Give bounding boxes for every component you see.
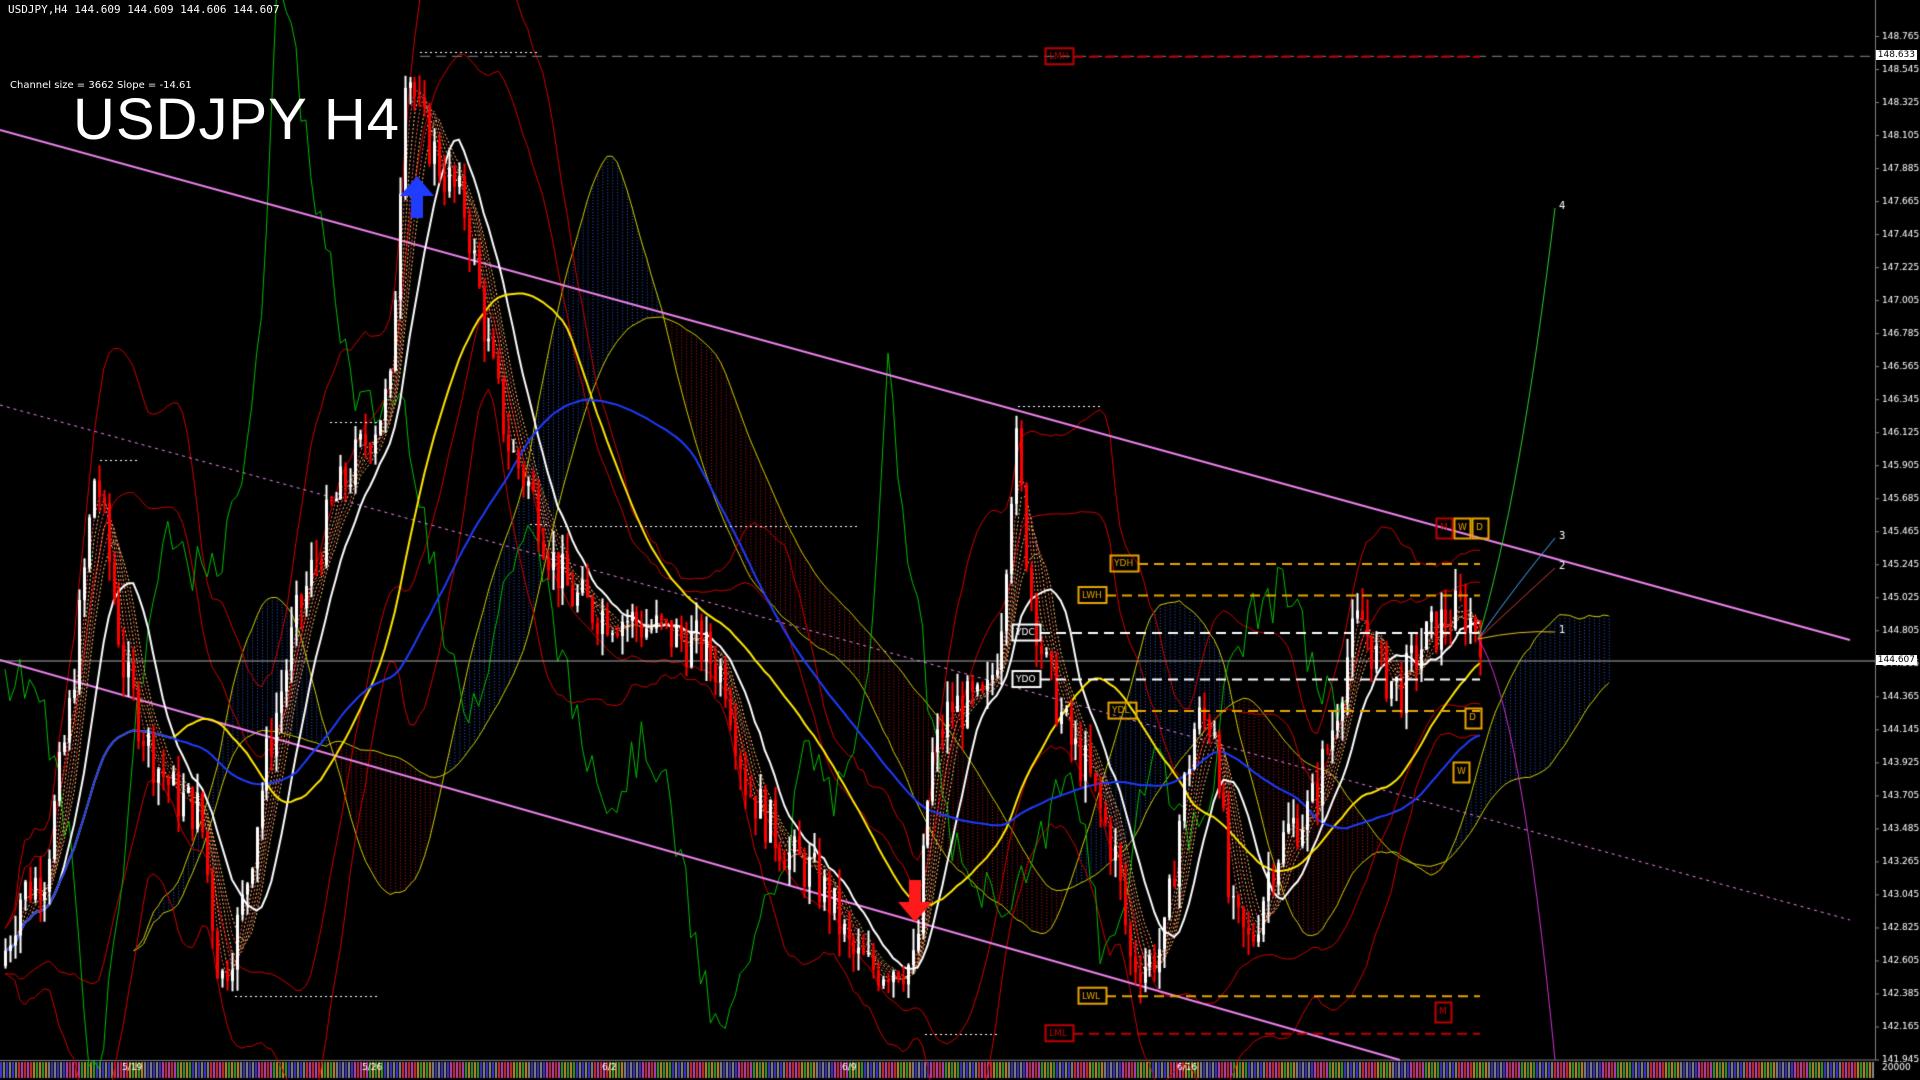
symbol-header: USDJPY,H4 144.609 144.609 144.606 144.60… <box>8 3 280 16</box>
price-chart-canvas[interactable] <box>0 0 1920 1080</box>
chart-title: USDJPY H4 <box>73 87 401 152</box>
current-price-marker: 144.607 <box>1875 654 1917 665</box>
top-price-marker: 148.633 <box>1875 50 1917 61</box>
